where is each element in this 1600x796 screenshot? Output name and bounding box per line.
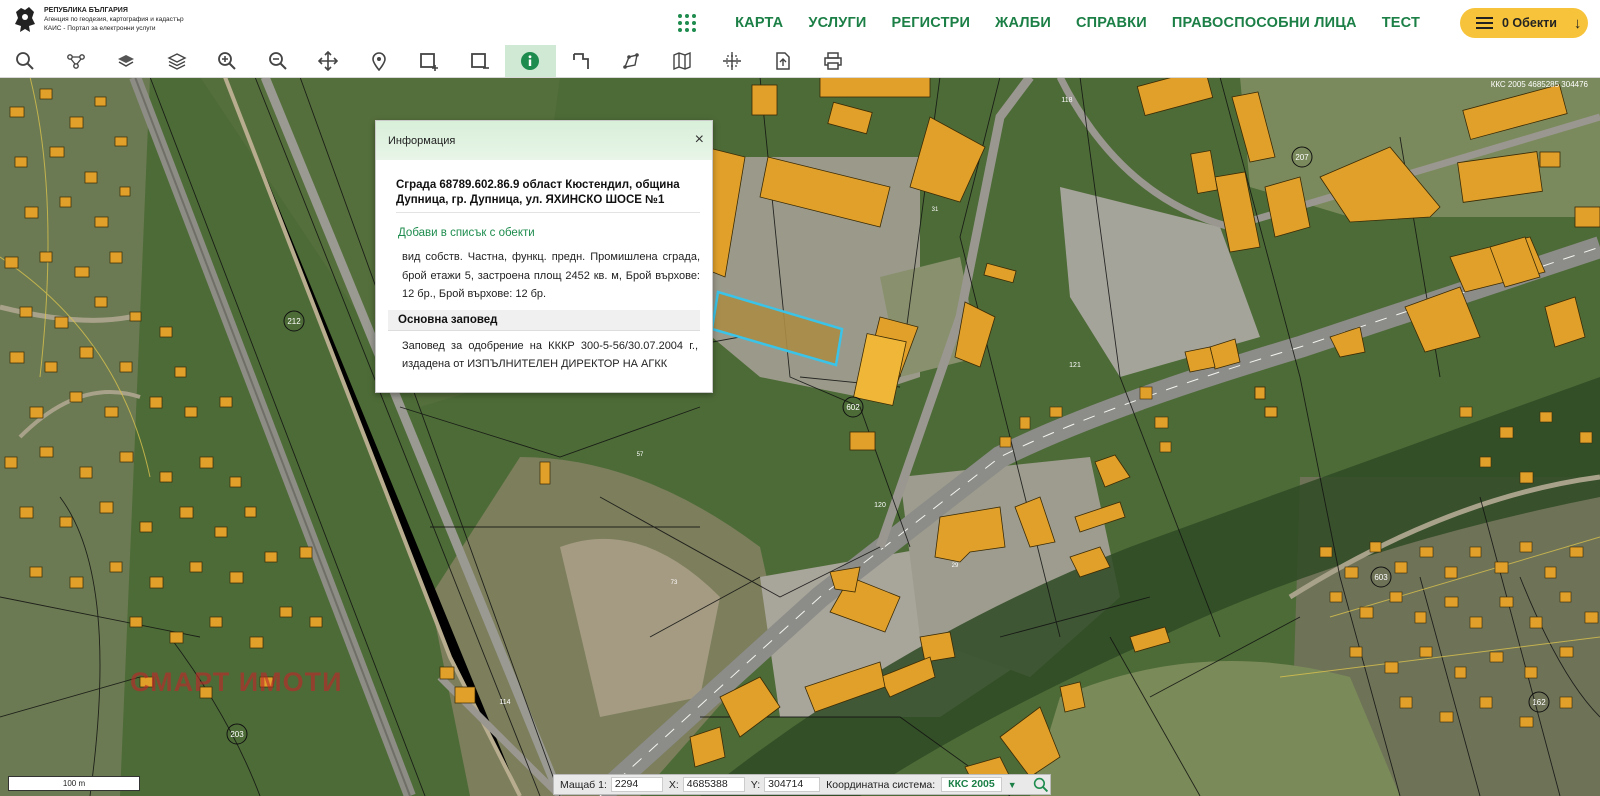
zoom-in-tool[interactable]: [202, 45, 253, 77]
coordinate-system-select[interactable]: ККС 2005: [941, 777, 1002, 792]
location-pin-icon: [371, 52, 386, 71]
coordinate-search-icon[interactable]: [1033, 777, 1049, 793]
y-label: Y:: [750, 778, 761, 791]
search-tool[interactable]: [0, 45, 51, 77]
map-icon: [673, 51, 691, 71]
svg-text:73: 73: [671, 580, 678, 586]
close-icon[interactable]: ×: [695, 131, 704, 149]
objects-count: 0 Обекти: [1502, 16, 1557, 30]
coordinate-system-label: Координатна система:: [826, 778, 936, 791]
vertex-tool[interactable]: [606, 45, 657, 77]
top-right-coordinates: ККС 2005 4685285 304476: [1490, 80, 1588, 89]
layers-stack-icon: [167, 53, 187, 70]
svg-text:212: 212: [287, 317, 301, 326]
info-tool[interactable]: [505, 45, 556, 77]
svg-text:118: 118: [1061, 97, 1072, 104]
svg-text:602: 602: [846, 403, 860, 412]
map-tool[interactable]: [657, 45, 708, 77]
status-bar: Мащаб 1: 2294 X: 4685388 Y: 304714 Коорд…: [553, 774, 1051, 795]
search-icon: [16, 52, 34, 70]
logo-line-1: РЕПУБЛИКА БЪЛГАРИЯ: [44, 6, 128, 14]
svg-text:114: 114: [499, 699, 510, 706]
popup-header: Информация ×: [376, 121, 712, 160]
svg-text:121: 121: [1069, 362, 1081, 369]
layers-icon: [118, 55, 135, 67]
nav-karta[interactable]: КАРТА: [735, 15, 783, 31]
pan-tool[interactable]: [303, 45, 354, 77]
popup-order-text: Заповед за одобрение на КККР 300-5-56/30…: [402, 339, 698, 371]
popup-subheader: Основна заповед: [388, 309, 700, 331]
print-icon: [824, 52, 842, 70]
select-rectangle-icon: [420, 53, 439, 71]
scale-label: Мащаб 1:: [560, 778, 607, 791]
measure-tool[interactable]: [556, 45, 607, 77]
export-icon: [776, 52, 790, 70]
deselect-rectangle-icon: [470, 53, 489, 69]
layers-tool[interactable]: [101, 45, 152, 77]
print-tool[interactable]: [808, 45, 859, 77]
popup-object-title: Сграда 68789.602.86.9 област Кюстендил, …: [396, 178, 700, 213]
apps-grid-icon[interactable]: [678, 13, 697, 32]
zoom-in-icon: [218, 52, 236, 70]
logo[interactable]: РЕПУБЛИКА БЪЛГАРИЯ Агенция по геодезия, …: [12, 4, 184, 34]
watermark: СМАРТ ИМОТИ: [130, 667, 343, 697]
x-label: X:: [668, 778, 679, 791]
header: РЕПУБЛИКА БЪЛГАРИЯ Агенция по геодезия, …: [0, 0, 1600, 45]
select-rectangle-tool[interactable]: [404, 45, 455, 77]
deselect-rectangle-tool[interactable]: [455, 45, 506, 77]
arrow-down-icon: ↓: [1573, 14, 1582, 32]
popup-header-title: Информация: [388, 134, 456, 147]
nav-zhalbi[interactable]: ЖАЛБИ: [995, 15, 1051, 31]
nav-uslugi[interactable]: УСЛУГИ: [808, 15, 866, 31]
add-to-objects-link[interactable]: Добави в списък с обекти: [398, 227, 712, 239]
map-toolbar: [0, 45, 1600, 78]
svg-text:603: 603: [1374, 573, 1388, 582]
logo-line-2: Агенция по геодезия, картография и кадас…: [44, 15, 184, 23]
layers-stack-tool[interactable]: [152, 45, 203, 77]
crosshair-icon: [723, 52, 742, 70]
svg-text:203: 203: [230, 730, 244, 739]
pan-icon: [318, 51, 339, 71]
scale-input[interactable]: 2294: [610, 777, 663, 792]
zoom-out-tool[interactable]: [253, 45, 304, 77]
x-input[interactable]: 4685388: [682, 777, 745, 792]
export-tool[interactable]: [758, 45, 809, 77]
vertex-icon: [623, 53, 640, 69]
nav-test[interactable]: ТЕСТ: [1382, 15, 1420, 31]
nav-pravosposobni-lica[interactable]: ПРАВОСПОСОБНИ ЛИЦА: [1172, 15, 1357, 31]
svg-text:207: 207: [1295, 153, 1309, 162]
svg-text:57: 57: [637, 452, 644, 458]
menu-icon: [1476, 14, 1493, 32]
crosshair-tool[interactable]: [707, 45, 758, 77]
network-tool[interactable]: [51, 45, 102, 77]
logo-line-3: КАИС - Портал за електронни услуги: [44, 24, 156, 32]
svg-text:29: 29: [952, 563, 959, 569]
measure-icon: [572, 53, 589, 69]
svg-text:31: 31: [932, 207, 939, 213]
dropdown-arrow-icon[interactable]: ▼: [1008, 780, 1017, 790]
objects-cart-button[interactable]: 0 Обекти ↓: [1460, 8, 1588, 38]
nav-registri[interactable]: РЕГИСТРИ: [892, 15, 971, 31]
location-tool[interactable]: [354, 45, 405, 77]
map-canvas[interactable]: 212 207 602 203 162 603 120 114 121 118 57 73 2…: [0, 77, 1600, 796]
svg-text:120: 120: [874, 502, 886, 509]
info-popup: Информация × Сграда 68789.602.86.9 облас…: [375, 120, 713, 393]
scale-bar: 100 m: [8, 776, 140, 791]
popup-description: вид собств. Частна, функц. предн. Промиш…: [402, 251, 700, 300]
network-icon: [66, 54, 85, 69]
info-icon: [521, 52, 540, 70]
zoom-out-icon: [268, 52, 287, 70]
nav-spravki[interactable]: СПРАВКИ: [1076, 15, 1147, 31]
coat-of-arms-logo: [15, 7, 35, 32]
y-input[interactable]: 304714: [764, 777, 821, 792]
svg-text:162: 162: [1532, 698, 1546, 707]
main-nav: КАРТА УСЛУГИ РЕГИСТРИ ЖАЛБИ СПРАВКИ ПРАВ…: [678, 0, 1420, 45]
